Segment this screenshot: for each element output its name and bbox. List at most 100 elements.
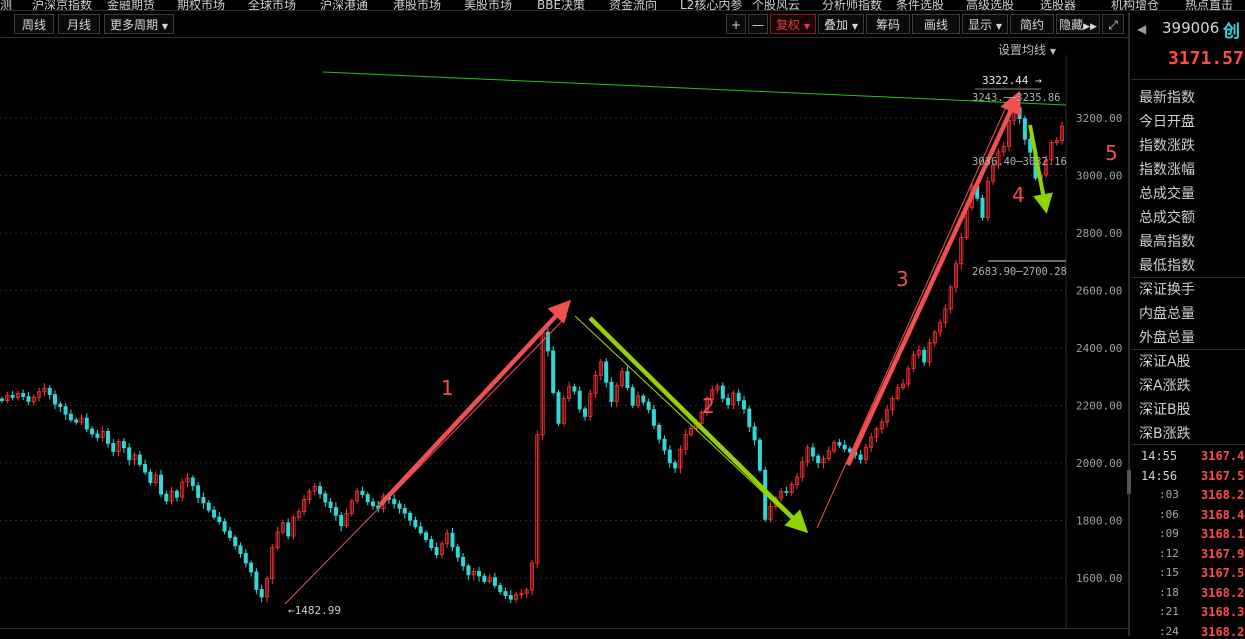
candle-body xyxy=(577,390,582,410)
quote-field-label: 总成交额 xyxy=(1139,210,1195,226)
period-weekly-button[interactable]: 周线 xyxy=(14,14,54,34)
top-menu-item[interactable]: BBE决策 xyxy=(537,0,585,10)
tick-price: 3168.3 xyxy=(1201,605,1245,619)
candle-body xyxy=(842,444,847,450)
candle-body xyxy=(339,514,344,527)
candle-body xyxy=(752,426,757,441)
candle-body xyxy=(95,433,100,438)
tick-price: 3167.5 xyxy=(1201,468,1245,483)
caret-left-icon[interactable]: ◀ xyxy=(1137,22,1146,36)
chips-button[interactable]: 筹码 xyxy=(866,14,910,34)
top-menu-item[interactable]: 热点直击 xyxy=(1185,0,1233,10)
candle-body xyxy=(625,371,630,389)
restore-rights-dropdown[interactable]: 复权 ▼ xyxy=(770,14,816,34)
panel-divider xyxy=(1131,349,1245,350)
candle-body xyxy=(757,439,762,471)
period-monthly-button[interactable]: 月线 xyxy=(58,14,100,34)
kline-chart[interactable]: 3200.00 3000.00 2800.00 2600.00 2400.00 2200.… xyxy=(0,55,1128,628)
top-menu-item[interactable]: 资金流向 xyxy=(609,0,657,10)
y-tick-label: 2600.00 xyxy=(1076,285,1122,298)
candle-body xyxy=(810,447,815,457)
candle-body xyxy=(286,522,291,537)
hide-button[interactable]: 隐藏▶▶ xyxy=(1056,14,1100,34)
top-menu-item[interactable]: 期权市场 xyxy=(177,0,225,10)
top-menu-item[interactable]: 港股市场 xyxy=(393,0,441,10)
top-menu-item[interactable]: 金融期货 xyxy=(107,0,155,10)
candle-body xyxy=(476,570,481,577)
tick-time: :21 xyxy=(1159,605,1179,618)
restore-rights-label: 复权 xyxy=(776,18,801,32)
quote-field-label: 深证B股 xyxy=(1139,402,1191,418)
top-menu-item[interactable]: L2核心内参 xyxy=(680,0,742,10)
candle-body xyxy=(402,508,407,514)
y-tick-label: 3000.00 xyxy=(1076,170,1122,183)
box-low-label: 2683.90─2700.28 xyxy=(972,266,1067,278)
quote-field-label: 指数涨跌 xyxy=(1139,138,1195,154)
wave-arrow-1 xyxy=(378,299,572,507)
wave-label: 2 xyxy=(702,394,715,418)
candle-body xyxy=(662,438,667,451)
candle-body xyxy=(26,396,31,402)
candle-body xyxy=(68,413,73,421)
wave-arrow-2 xyxy=(588,316,809,534)
panel-divider xyxy=(1131,444,1245,445)
bottom-indicator-strip xyxy=(0,628,1128,636)
top-menu-item[interactable]: 机构增仓 xyxy=(1111,0,1159,10)
top-menu-item[interactable]: 个股风云 xyxy=(752,0,800,10)
candle-body xyxy=(174,490,179,498)
candle-body xyxy=(726,397,731,406)
candle-body xyxy=(217,516,222,523)
panel-divider xyxy=(1128,12,1130,636)
top-menu-item[interactable]: 美股市场 xyxy=(464,0,512,10)
top-menu-item[interactable]: 分析师指数 xyxy=(822,0,882,10)
top-menu-item[interactable]: 高级选股 xyxy=(966,0,1014,10)
candle-body xyxy=(47,387,52,395)
fullscreen-button[interactable]: ⤢ xyxy=(1102,14,1124,34)
overlay-dropdown[interactable]: 叠加 ▼ xyxy=(818,14,864,34)
candle-body xyxy=(408,512,413,521)
candle-body xyxy=(227,530,232,538)
y-tick-label: 2400.00 xyxy=(1076,342,1122,355)
quote-field-label: 深A涨跌 xyxy=(1139,378,1191,394)
display-dropdown[interactable]: 显示 ▼ xyxy=(962,14,1008,34)
more-periods-label: 更多周期 xyxy=(110,18,159,32)
candle-body xyxy=(1017,107,1022,119)
top-menu-item[interactable]: 选股器 xyxy=(1040,0,1076,10)
candle-body xyxy=(455,546,460,558)
candle-body xyxy=(106,430,111,444)
box-top-label: 3243.──3235.86 xyxy=(972,92,1061,104)
candle-body xyxy=(508,595,513,600)
quote-field-label: 深B涨跌 xyxy=(1139,426,1191,442)
wave-label: 3 xyxy=(896,267,909,291)
candle-body xyxy=(74,419,79,423)
quote-field-label: 深证换手 xyxy=(1139,282,1195,298)
candle-body xyxy=(837,442,842,446)
top-menu-item[interactable]: 测 xyxy=(0,0,12,10)
quote-field-label: 指数涨幅 xyxy=(1139,162,1195,178)
zoom-in-button[interactable]: + xyxy=(726,14,746,34)
top-menu-item[interactable]: 条件选股 xyxy=(896,0,944,10)
zoom-out-button[interactable]: — xyxy=(748,14,768,34)
draw-line-button[interactable]: 画线 xyxy=(912,14,960,34)
candle-body xyxy=(858,454,863,460)
candle-body xyxy=(556,392,561,424)
top-menu-item[interactable]: 全球市场 xyxy=(248,0,296,10)
candle-body xyxy=(211,509,216,518)
candle-body xyxy=(736,392,741,402)
candle-body xyxy=(148,471,153,483)
top-menu-item[interactable]: 沪深京指数 xyxy=(32,0,92,10)
candle-body xyxy=(222,521,227,532)
simple-mode-button[interactable]: 简约 xyxy=(1010,14,1054,34)
high-price-marker: 3322.44 → xyxy=(982,74,1042,87)
more-periods-dropdown[interactable]: 更多周期 ▼ xyxy=(104,14,174,34)
candle-body xyxy=(0,398,4,402)
candle-body xyxy=(164,493,169,502)
caret-down-icon: ▼ xyxy=(803,22,810,31)
top-menu-item[interactable]: 沪深港通 xyxy=(320,0,368,10)
candle-body xyxy=(980,197,985,218)
candle-body xyxy=(243,553,248,564)
candle-body xyxy=(1022,118,1027,140)
quote-field-label: 最低指数 xyxy=(1139,258,1195,274)
quote-field-label: 外盘总量 xyxy=(1139,330,1195,346)
tick-price: 3168.1 xyxy=(1201,527,1245,541)
